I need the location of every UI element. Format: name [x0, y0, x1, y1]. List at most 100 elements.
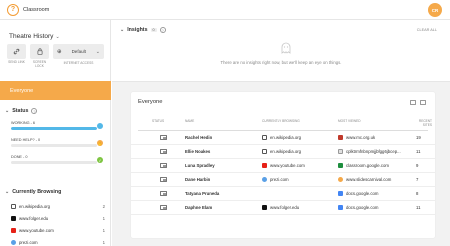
currently-browsing-cell[interactable]: www.folger.edu: [262, 205, 299, 210]
status-section-header[interactable]: ⌄ Status ?: [5, 108, 38, 114]
column-name[interactable]: NAME: [185, 119, 194, 124]
screen-lock-label: SCREEN LOCK: [32, 60, 47, 68]
class-name: Theatre History: [9, 33, 54, 40]
table-row[interactable]: Daphne Elam www.folger.edu docs.google.c…: [131, 201, 435, 215]
roster-title: Everyone: [138, 99, 163, 105]
status-working[interactable]: WORKING - 6: [11, 121, 103, 130]
most-viewed-cell[interactable]: classroom.google.com: [338, 163, 389, 168]
status-title: Status: [12, 108, 29, 114]
status-working-label: WORKING - 6: [11, 121, 36, 125]
wikipedia-icon: [262, 149, 267, 154]
working-indicator-icon: [97, 123, 103, 129]
column-most-viewed[interactable]: MOST VIEWED: [338, 119, 361, 124]
currently-browsing-cell[interactable]: en.wikipedia.org: [262, 135, 301, 140]
monitor-icon: [160, 135, 167, 140]
recent-sites-count: 11: [416, 205, 421, 210]
browsing-count: 1: [102, 216, 105, 221]
youtube-icon: [262, 163, 267, 168]
browsing-count: 2: [102, 204, 105, 209]
status-done[interactable]: DONE - 0 ✓: [11, 155, 103, 164]
status-working-bar: [11, 127, 97, 130]
table-row[interactable]: Rachel Hedin en.wikipedia.org www.mc.org…: [131, 131, 435, 145]
sidebar: Theatre History ⌄ SEND LINK SCREEN LOCK …: [0, 20, 111, 246]
most-viewed-cell[interactable]: docs.google.com: [338, 191, 379, 196]
grid-view-icon[interactable]: [420, 100, 426, 105]
folger-icon: [11, 216, 16, 221]
extension-icon: [338, 149, 343, 154]
student-name: Luna Spradley: [185, 163, 215, 168]
class-selector[interactable]: Theatre History ⌄: [9, 33, 60, 40]
chevron-down-icon: ⌄: [5, 189, 10, 195]
recent-sites-count: 9: [416, 163, 419, 168]
chevron-down-icon: ⌄: [120, 27, 125, 33]
ghost-icon: [281, 42, 291, 54]
browsing-site: www.folger.edu: [19, 216, 49, 221]
wikipedia-icon: [11, 204, 16, 209]
lock-icon[interactable]: [30, 44, 49, 59]
column-currently-browsing[interactable]: CURRENTLY BROWSING: [262, 119, 300, 124]
folger-icon: [262, 205, 267, 210]
internet-access-dropdown[interactable]: ⊕ Default ⌄: [53, 44, 104, 59]
most-viewed-cell[interactable]: cplktrmfnbnpmjjbfgg6jbcep...: [338, 149, 401, 154]
most-viewed-cell[interactable]: www.slidescarnival.com: [338, 177, 391, 182]
browsing-item[interactable]: en.wikipedia.org 2: [11, 204, 105, 209]
screen-lock-tool[interactable]: SCREEN LOCK: [30, 44, 49, 68]
status-done-label: DONE - 0: [11, 155, 28, 159]
browsing-count: 1: [102, 240, 105, 245]
browsing-site: www.youtube.com: [19, 228, 54, 233]
link-icon[interactable]: [7, 44, 26, 59]
browsing-count: 1: [102, 228, 105, 233]
browsing-item[interactable]: prezi.com 1: [11, 240, 105, 245]
internet-access-label: INTERNET ACCESS: [63, 61, 94, 65]
most-viewed-cell[interactable]: www.mc.org.uk: [338, 135, 375, 140]
browsing-item[interactable]: www.youtube.com 1: [11, 228, 105, 233]
table-row[interactable]: Ellie Noakes en.wikipedia.org cplktrmfnb…: [131, 145, 435, 159]
browsing-item[interactable]: www.folger.edu 1: [11, 216, 105, 221]
table-row[interactable]: Tatyana Pruneda docs.google.com 8: [131, 187, 435, 201]
currently-browsing-cell[interactable]: prezi.com: [262, 177, 289, 182]
send-link-tool[interactable]: SEND LINK: [7, 44, 26, 65]
slidescarnival-icon: [338, 177, 343, 182]
currently-browsing-cell[interactable]: en.wikipedia.org: [262, 149, 301, 154]
monitor-icon: [160, 205, 167, 210]
insights-title: Insights: [127, 27, 148, 33]
monitor-icon: [160, 163, 167, 168]
help-icon[interactable]: ?: [31, 108, 38, 114]
most-viewed-cell[interactable]: docs.google.com: [338, 205, 379, 210]
internet-access-control[interactable]: ⊕ Default ⌄ INTERNET ACCESS: [53, 44, 104, 65]
globe-icon: ⊕: [57, 48, 62, 55]
student-name: Rachel Hedin: [185, 135, 213, 140]
insights-panel: ⌄ Insights 0 ? CLEAR ALL There are no in…: [112, 20, 450, 82]
check-icon: ✓: [97, 157, 103, 163]
browsing-section-header[interactable]: ⌄ Currently Browsing: [5, 189, 61, 195]
browsing-site: prezi.com: [19, 240, 38, 245]
site-icon: [338, 135, 343, 140]
insights-header[interactable]: ⌄ Insights 0 ?: [120, 27, 166, 33]
app-title: Classroom: [23, 6, 50, 13]
prezi-icon: [11, 240, 16, 245]
browsing-site: en.wikipedia.org: [19, 204, 51, 209]
status-need-help[interactable]: NEED HELP? - 0 ✋: [11, 138, 103, 147]
internet-access-value: Default: [71, 49, 86, 54]
everyone-tab[interactable]: Everyone: [0, 81, 111, 100]
insights-count-badge: 0: [150, 28, 157, 32]
recent-sites-count: 8: [416, 191, 419, 196]
roster-card: Everyone STATUS NAME CURRENTLY BROWSING …: [131, 92, 435, 238]
currently-browsing-cell[interactable]: www.youtube.com: [262, 163, 305, 168]
chevron-down-icon: ⌄: [5, 108, 10, 114]
column-recent-sites[interactable]: RECENT SITES: [414, 119, 432, 128]
top-bar: ? Classroom CR: [0, 0, 450, 20]
clear-all-button[interactable]: CLEAR ALL: [417, 28, 437, 32]
table-row[interactable]: Luna Spradley www.youtube.com classroom.…: [131, 159, 435, 173]
status-need-help-label: NEED HELP? - 0: [11, 138, 41, 142]
student-name: Dane Harbin: [185, 177, 211, 182]
status-need-help-bar: [11, 144, 97, 147]
help-icon[interactable]: ?: [159, 27, 166, 33]
teacher-tools: SEND LINK SCREEN LOCK ⊕ Default ⌄ INTERN…: [7, 44, 104, 68]
monitor-icon: [160, 191, 167, 196]
list-view-icon[interactable]: [410, 100, 416, 105]
google-docs-icon: [338, 205, 343, 210]
table-row[interactable]: Dane Harbin prezi.com www.slidescarnival…: [131, 173, 435, 187]
user-avatar[interactable]: CR: [428, 3, 442, 17]
column-status[interactable]: STATUS: [152, 119, 164, 124]
